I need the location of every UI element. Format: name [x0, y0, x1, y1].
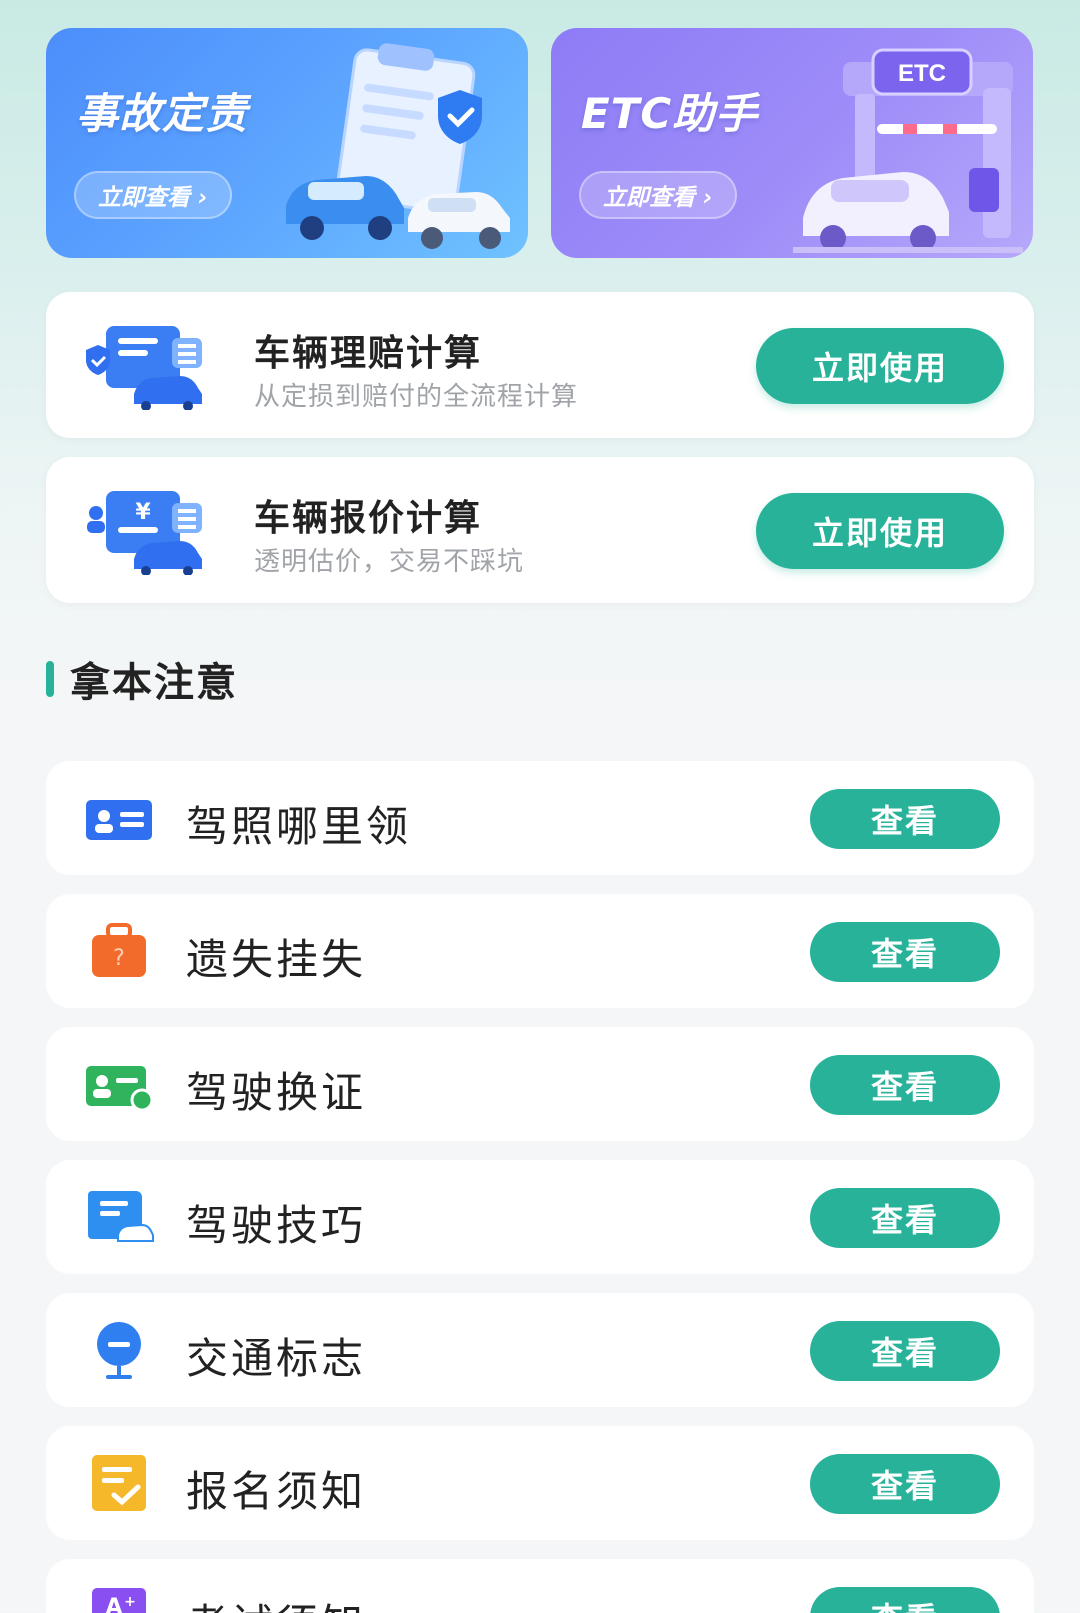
view-button[interactable]: 查看 — [810, 1321, 1000, 1381]
tool-subtitle: 从定损到赔付的全流程计算 — [254, 382, 579, 412]
exam-note-icon: A + — [92, 1588, 146, 1613]
notice-label: 驾照哪里领 — [186, 802, 412, 851]
view-button[interactable]: 查看 — [810, 789, 1000, 849]
tool-title: 车辆报价计算 — [254, 498, 483, 539]
view-button[interactable]: 查看 — [810, 1454, 1000, 1514]
etc-sign-text: ETC — [898, 60, 946, 87]
view-now-button[interactable]: 立即查看 › — [579, 171, 737, 219]
license-card-icon — [86, 800, 152, 840]
view-button[interactable]: 查看 — [810, 1587, 1000, 1613]
svg-text:+: + — [124, 1594, 136, 1610]
use-now-button[interactable]: 立即使用 — [756, 493, 1004, 569]
notice-label: 遗失挂失 — [186, 935, 367, 984]
view-now-button[interactable]: 立即查看 › — [74, 171, 232, 219]
notice-item-report-lost[interactable]: ? 遗失挂失 查看 — [46, 894, 1034, 1008]
clipboard-cars-illustration — [286, 43, 510, 249]
notice-item-driving-tips[interactable]: 驾驶技巧 查看 — [46, 1160, 1034, 1274]
renew-card-icon — [86, 1066, 154, 1112]
section-title: 拿本注意 — [70, 660, 238, 706]
view-button[interactable]: 查看 — [810, 1188, 1000, 1248]
quote-calculator-icon: ¥ — [87, 491, 202, 575]
etc-assistant-banner[interactable]: ETC助手 立即查看 › ETC — [551, 28, 1033, 258]
notice-item-registration[interactable]: 报名须知 查看 — [46, 1426, 1034, 1540]
accident-liability-banner[interactable]: 事故定责 立即查看 › — [46, 28, 528, 258]
banner-title: 事故定责 — [76, 89, 249, 138]
use-now-button[interactable]: 立即使用 — [756, 328, 1004, 404]
driving-tips-icon — [88, 1191, 154, 1242]
view-button[interactable]: 查看 — [810, 1055, 1000, 1115]
section-header: 拿本注意 — [46, 650, 238, 708]
yuan-symbol: ¥ — [135, 500, 151, 525]
etc-gate-car-illustration: ETC — [793, 48, 1023, 253]
tool-subtitle: 透明估价，交易不踩坑 — [254, 547, 525, 577]
notice-label: 驾驶换证 — [186, 1068, 367, 1117]
notice-label: 交通标志 — [186, 1334, 367, 1383]
quote-calculator-card[interactable]: ¥ 车辆报价计算 透明估价，交易不踩坑 立即使用 — [46, 457, 1034, 603]
view-button[interactable]: 查看 — [810, 922, 1000, 982]
notice-label: 报名须知 — [186, 1467, 367, 1516]
notice-item-license-pickup[interactable]: 驾照哪里领 查看 — [46, 761, 1034, 875]
notice-item-renew-license[interactable]: 驾驶换证 查看 — [46, 1027, 1034, 1141]
notice-item-exam[interactable]: A + 考试须知 查看 — [46, 1559, 1034, 1613]
claim-calculator-card[interactable]: 车辆理赔计算 从定损到赔付的全流程计算 立即使用 — [46, 292, 1034, 438]
svg-text:A: A — [105, 1595, 122, 1613]
notice-label: 驾驶技巧 — [186, 1201, 367, 1250]
lost-bag-icon: ? — [92, 923, 146, 977]
svg-text:?: ? — [113, 946, 125, 971]
notice-item-traffic-signs[interactable]: 交通标志 查看 — [46, 1293, 1034, 1407]
notice-label: 考试须知 — [186, 1591, 366, 1613]
registration-note-icon — [92, 1455, 146, 1511]
tool-title: 车辆理赔计算 — [254, 333, 483, 374]
banner-title: ETC助手 — [581, 89, 759, 138]
claim-calculator-icon — [86, 326, 202, 410]
traffic-sign-icon — [97, 1322, 141, 1379]
section-accent-bar — [46, 661, 54, 697]
